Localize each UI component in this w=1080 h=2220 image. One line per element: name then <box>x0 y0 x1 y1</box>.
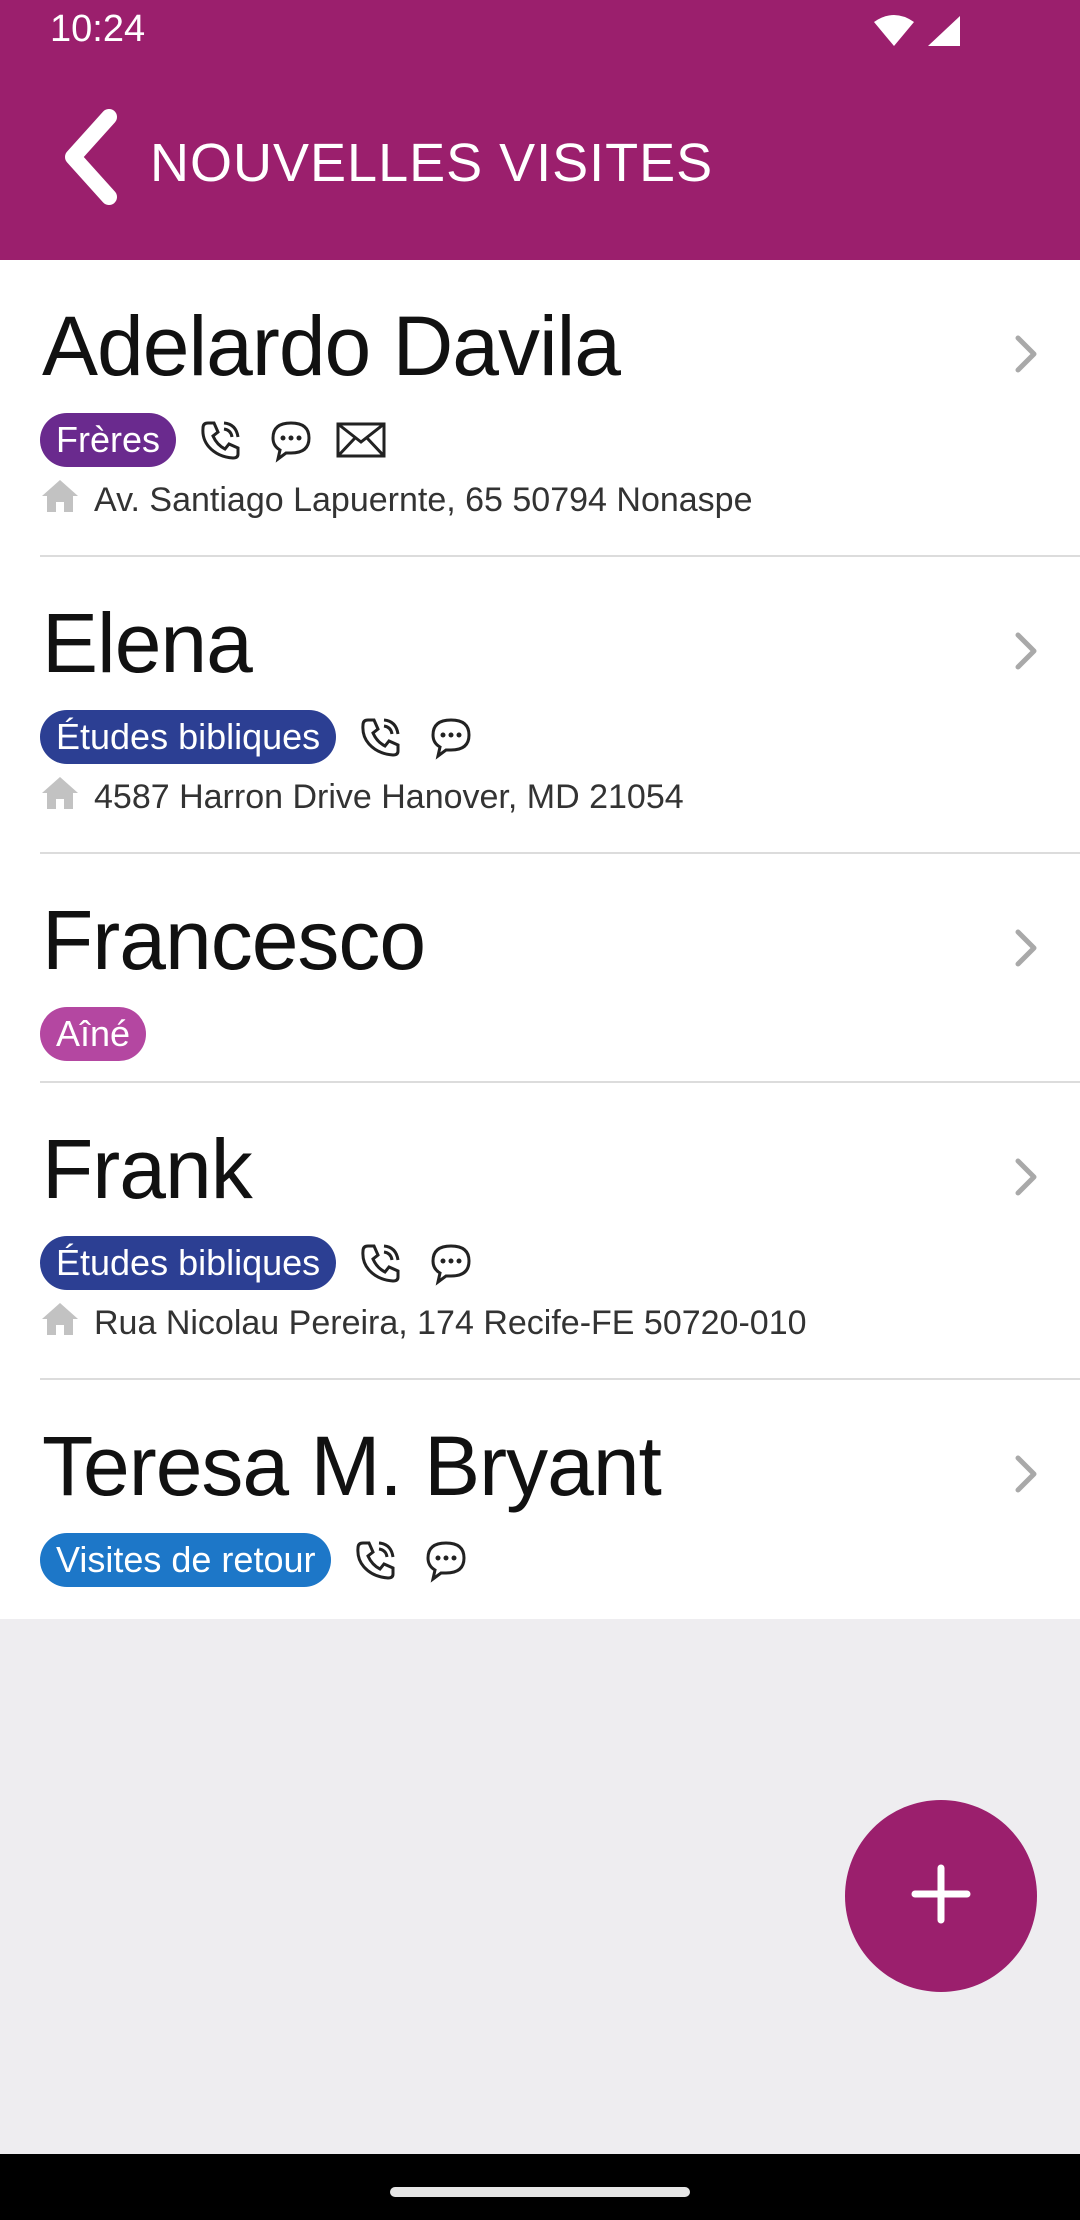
chevron-left-icon <box>61 108 121 210</box>
contact-name: Francesco <box>42 893 426 987</box>
signal-icon <box>926 14 962 53</box>
category-badge: Frères <box>40 413 177 467</box>
address-line: Av. Santiago Lapuernte, 65 50794 Nonaspe <box>40 478 752 523</box>
system-nav-bar <box>0 2154 1080 2220</box>
chevron-right-icon <box>1012 1155 1040 1199</box>
chat-icon[interactable] <box>266 415 316 465</box>
contact-tags: Études bibliques <box>40 710 476 764</box>
home-icon <box>40 775 80 820</box>
contact-row[interactable]: Elena Études bibliques 4587 Harron Drive… <box>40 557 1080 854</box>
status-time: 10:24 <box>50 8 146 50</box>
status-icons <box>872 14 962 53</box>
mail-icon[interactable] <box>336 415 386 465</box>
back-button[interactable] <box>50 104 132 214</box>
category-badge: Études bibliques <box>40 710 337 764</box>
address-line: Rua Nicolau Pereira, 174 Recife-FE 50720… <box>40 1301 807 1346</box>
contact-tags: Études bibliques <box>40 1236 476 1290</box>
contact-name: Teresa M. Bryant <box>42 1419 662 1513</box>
contact-address: Av. Santiago Lapuernte, 65 50794 Nonaspe <box>94 481 753 519</box>
home-icon <box>40 478 80 523</box>
category-badge: Aîné <box>40 1007 147 1061</box>
contact-name: Frank <box>42 1122 253 1216</box>
phone-icon[interactable] <box>356 1238 406 1288</box>
chevron-right-icon <box>1012 332 1040 376</box>
wifi-icon <box>872 14 916 53</box>
phone-icon[interactable] <box>351 1535 401 1585</box>
chat-icon[interactable] <box>421 1535 471 1585</box>
phone-icon[interactable] <box>196 415 246 465</box>
contact-row[interactable]: Francesco Aîné <box>40 854 1080 1083</box>
home-icon <box>40 1301 80 1346</box>
contact-row[interactable]: Frank Études bibliques Rua Nicolau Perei… <box>40 1083 1080 1380</box>
contact-address: Rua Nicolau Pereira, 174 Recife-FE 50720… <box>94 1304 807 1342</box>
home-indicator[interactable] <box>390 2187 690 2197</box>
contact-list: Adelardo Davila Frères Av. Santiago Lapu… <box>0 260 1080 1619</box>
contact-tags: Frères <box>40 413 386 467</box>
contact-name: Elena <box>42 596 253 690</box>
chevron-right-icon <box>1012 1452 1040 1496</box>
chat-icon[interactable] <box>426 712 476 762</box>
chat-icon[interactable] <box>426 1238 476 1288</box>
contact-row[interactable]: Teresa M. Bryant Visites de retour <box>40 1380 1080 1619</box>
phone-icon[interactable] <box>356 712 406 762</box>
contact-name: Adelardo Davila <box>42 299 621 393</box>
add-contact-button[interactable] <box>845 1800 1037 1992</box>
contact-tags: Aîné <box>40 1007 147 1061</box>
page-title: NOUVELLES VISITES <box>150 133 714 193</box>
category-badge: Visites de retour <box>40 1533 332 1587</box>
contact-tags: Visites de retour <box>40 1533 471 1587</box>
address-line: 4587 Harron Drive Hanover, MD 21054 <box>40 775 684 820</box>
plus-icon <box>911 1864 971 1929</box>
contact-address: 4587 Harron Drive Hanover, MD 21054 <box>94 778 684 816</box>
app-bar: NOUVELLES VISITES <box>0 68 1080 260</box>
category-badge: Études bibliques <box>40 1236 337 1290</box>
chevron-right-icon <box>1012 629 1040 673</box>
contact-row[interactable]: Adelardo Davila Frères Av. Santiago Lapu… <box>40 260 1080 557</box>
chevron-right-icon <box>1012 926 1040 970</box>
status-bar: 10:24 <box>0 0 1080 68</box>
